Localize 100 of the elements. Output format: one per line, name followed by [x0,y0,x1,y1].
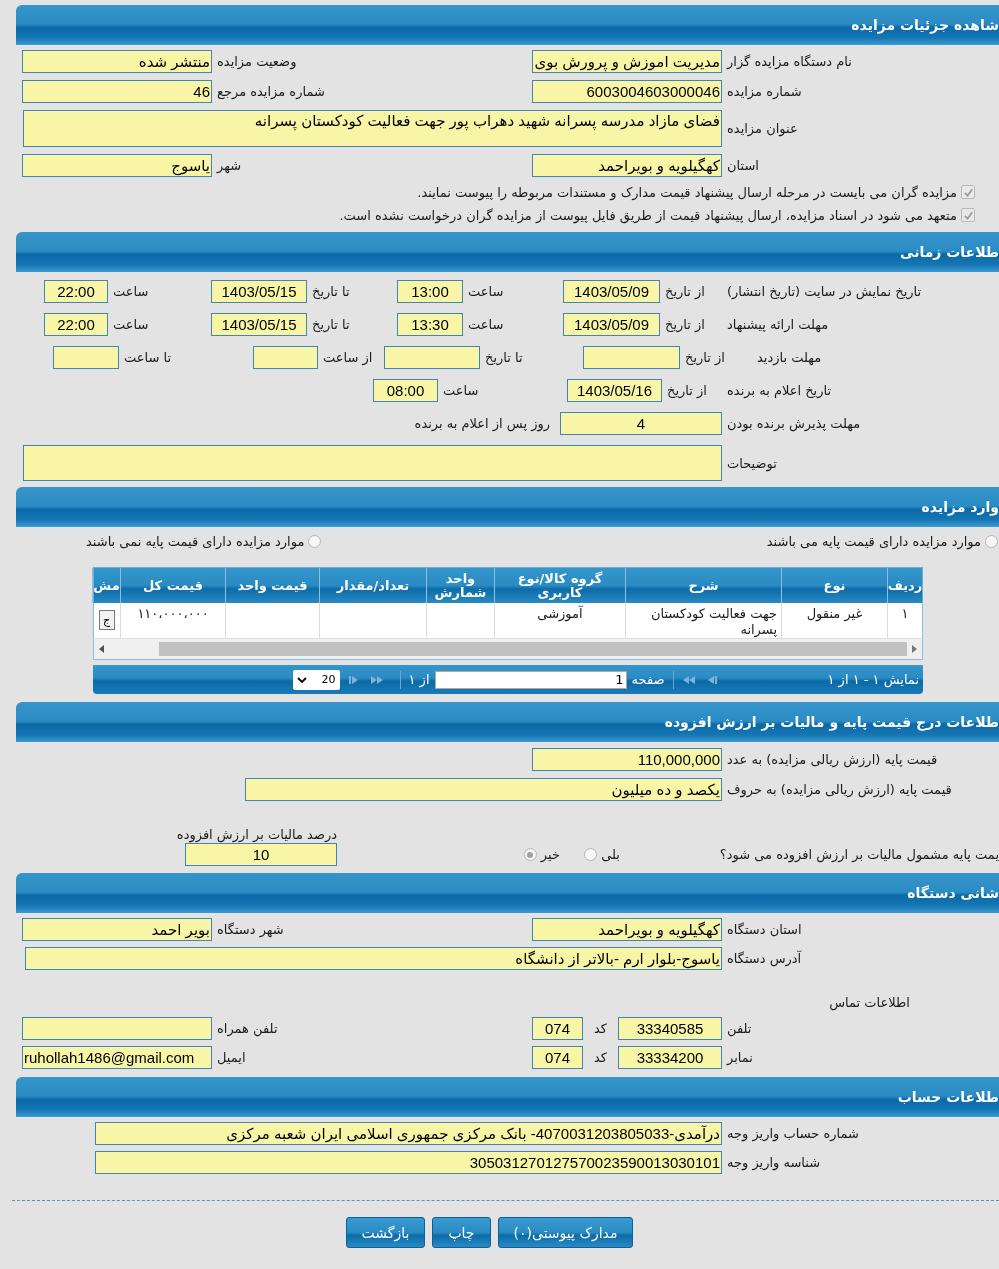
text-field[interactable]: 13:00 [397,280,463,303]
row-button[interactable]: ج [98,610,115,630]
text-field[interactable]: 074 [532,1046,583,1069]
back-button[interactable]: بازگشت [345,1217,426,1248]
radio-label: موارد مزایده دارای قیمت پایه می باشند [766,533,981,549]
horizontal-scrollbar[interactable] [93,638,923,660]
radio-label: بلی [601,847,620,862]
field-label: مهلت بازدید [756,350,823,365]
radio-label: خیر [540,847,560,862]
field-label: شهر دستگاه [216,922,285,937]
field-label: شماره مزایده [726,84,803,99]
field-label: مهلت پذیرش برنده بودن [726,416,862,431]
field-label: نام دستگاه مزایده گزار [725,54,853,69]
text-field[interactable]: 33334200 [618,1046,722,1069]
field-label: شماره مزایده مرجع [216,84,326,99]
text-field[interactable]: 22:00 [44,280,108,303]
text-field[interactable] [22,1017,212,1040]
text-field[interactable]: فضای مازاد مدرسه پسرانه شهید دهراب پور جهت فعالیت کودکستان پسرانه [23,110,722,147]
double-arrow-icon[interactable] [681,674,696,685]
helper-text: یمت پایه مشمول مالیات بر ارزش افزوده می شود؟ [718,847,999,862]
record-count-text: نمایش ۱ - ۱ از ۱ [827,672,919,687]
field-label: درصد مالیات بر ارزش افزوده [176,827,337,842]
text-field[interactable]: 33340585 [618,1017,722,1040]
text-field[interactable]: کهگیلویه و بویراحمد [532,154,722,177]
text-field[interactable]: 1403/05/15 [211,280,307,303]
checkbox-label: متعهد می شود در اسناد مزایده، ارسال پیشنهاد قیمت از طریق فایل پیوست از مزایده گران درخواست نشده است. [339,207,957,223]
text-field[interactable]: 1403/05/09 [563,280,660,303]
field-label: ساعت [112,284,150,299]
field-label: تا تاریخ [311,317,351,332]
chevron-down-icon[interactable] [296,676,307,683]
field-label: تاریخ اعلام به برنده [726,383,833,398]
text-field[interactable]: کهگیلویه و بویراحمد [532,918,722,941]
field-label: کد [593,1050,608,1065]
field-label: از تاریخ [684,350,726,365]
field-label: از تاریخ [664,284,706,299]
field-label: شماره حساب واریز وجه [726,1126,860,1141]
text-field[interactable]: 305031270127570023590013030101 [95,1151,722,1174]
checkbox[interactable] [961,208,975,222]
radio-button[interactable] [985,534,998,548]
section-header: وارد مزایده [16,487,999,527]
text-field[interactable]: یاسوج-بلوار ارم -بالاتر از دانشگاه [25,947,722,970]
field-label: ساعت [442,383,480,398]
text-field[interactable]: 13:30 [397,313,463,336]
field-label: آدرس دستگاه [726,951,803,966]
field-label: شهر [215,158,243,173]
text-field[interactable]: مدیریت اموزش و پرورش بوی [532,50,722,73]
page-label: صفحه [631,672,665,687]
field-label: مهلت ارائه پیشنهاد [726,317,830,332]
page-count-text: از ۱ [408,672,430,687]
field-label: تلفن [726,1021,753,1036]
text-field[interactable] [53,346,119,369]
double-arrow-icon[interactable] [369,674,384,685]
text-field[interactable]: یاسوج [22,154,212,177]
field-label: عنوان مزایده [726,121,799,136]
text-field[interactable]: 4 [560,412,722,435]
section-header: طلاعات زمانی [16,232,999,272]
field-label: استان دستگاه [726,922,803,937]
page-input[interactable]: 1 [434,670,627,689]
radio-button[interactable] [584,848,598,861]
section-header: طلاعات درج قیمت پایه و مالیات بر ارزش افزوده [16,702,999,742]
text-field[interactable]: 1403/05/16 [567,379,662,402]
radio-label: موارد مزایده دارای قیمت پایه نمی باشند [86,533,305,549]
text-field[interactable] [23,445,722,481]
text-field[interactable]: 1403/05/15 [211,313,307,336]
text-field[interactable] [384,346,480,369]
text-field[interactable] [583,346,680,369]
text-field[interactable]: 074 [532,1017,583,1040]
text-field[interactable]: 1403/05/09 [563,313,660,336]
text-field[interactable] [253,346,318,369]
helper-text: روز پس از اعلام به برنده [413,416,551,431]
field-label: از ساعت [322,350,374,365]
text-field[interactable]: یکصد و ده میلیون [245,778,722,801]
print-button[interactable]: چاپ [432,1217,491,1248]
field-label: شناسه واریز وجه [726,1155,822,1170]
helper-text: اطلاعات تماس [829,995,910,1010]
field-label: کد [593,1021,608,1036]
text-field[interactable]: 22:00 [44,313,108,336]
field-label: تاریخ نمایش در سایت (تاریخ انتشار) [726,284,923,299]
text-field[interactable]: 08:00 [373,379,438,402]
attachments-button[interactable]: مدارک پیوستی(۰) [497,1217,634,1248]
text-field[interactable]: بویر احمد [22,918,212,941]
radio-button[interactable] [308,534,322,548]
page-size-select[interactable]: 20 [292,669,340,690]
field-label: ساعت [467,317,505,332]
section-header: شانی دستگاه [16,873,999,913]
field-label: از تاریخ [666,383,708,398]
text-field[interactable]: 46 [22,80,212,103]
text-field[interactable]: 110,000,000 [532,748,722,771]
section-header: شاهده جزئیات مزایده [16,5,999,45]
field-label: قیمت پایه (ارزش ریالی مزایده) به حروف [726,782,953,797]
text-field[interactable]: درآمدی-4070031203805033- بانک مرکزی جمهوری اسلامی ایران شعبه مرکزی [95,1122,722,1145]
text-field[interactable]: ruhollah1486@gmail.com [22,1046,212,1069]
radio-button[interactable] [523,848,537,861]
text-field[interactable]: 10 [185,843,337,866]
section-header: طلاعات حساب [16,1077,999,1117]
text-field[interactable]: 6003004603000046 [532,80,722,103]
text-field[interactable]: منتشر شده [22,50,212,73]
checkbox[interactable] [961,185,975,199]
field-label: تا تاریخ [484,350,524,365]
field-label: تلفن همراه [216,1021,279,1036]
